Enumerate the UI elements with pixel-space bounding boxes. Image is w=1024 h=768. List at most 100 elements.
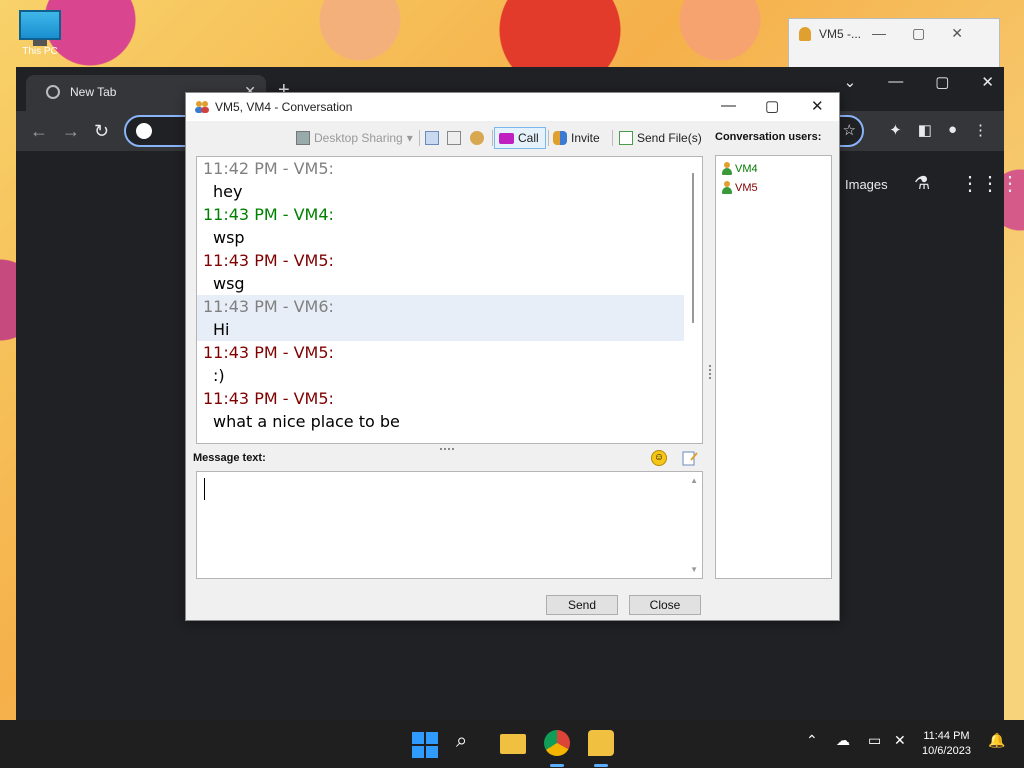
- message-input[interactable]: ▲ ▼: [196, 471, 703, 579]
- history-icon[interactable]: [425, 127, 439, 149]
- start-button-icon[interactable]: [412, 732, 438, 758]
- search-icon[interactable]: ⌕: [456, 730, 482, 756]
- forward-icon[interactable]: →: [62, 121, 80, 142]
- desktop-sharing-label: Desktop Sharing: [314, 131, 403, 145]
- close-icon[interactable]: ✕: [981, 73, 994, 91]
- scroll-down-icon[interactable]: ▼: [690, 565, 698, 574]
- reload-icon[interactable]: ↻: [94, 121, 109, 142]
- apps-grid-icon[interactable]: ⋮⋮⋮: [960, 171, 1020, 196]
- desktop-sharing-icon: [296, 131, 310, 145]
- conversation-title: VM5, VM4 - Conversation: [215, 100, 353, 114]
- window-controls[interactable]: —▢✕: [872, 25, 989, 42]
- invite-label: Invite: [571, 131, 600, 145]
- palette-icon[interactable]: [470, 127, 484, 149]
- chat-message: 11:43 PM - VM4: wsp: [197, 203, 684, 249]
- chrome-icon[interactable]: [544, 730, 570, 756]
- images-link[interactable]: Images: [845, 177, 888, 192]
- toolbar-right-icons: ✦ ◧ ● ⋮: [889, 121, 988, 139]
- back-icon[interactable]: ←: [30, 121, 48, 142]
- chevron-up-icon[interactable]: ⌃: [806, 732, 818, 749]
- clock-date: 10/6/2023: [922, 745, 971, 757]
- user-name: VM5: [735, 181, 758, 194]
- message-body: what a nice place to be: [213, 412, 400, 431]
- notification-bell-icon[interactable]: 🔔: [988, 732, 1005, 749]
- side-panel-icon[interactable]: ◧: [918, 121, 932, 139]
- smiley-icon[interactable]: ☺: [651, 450, 667, 466]
- close-icon[interactable]: ✕: [811, 97, 824, 115]
- edit-format-icon[interactable]: [682, 450, 698, 466]
- call-button[interactable]: Call: [494, 127, 546, 149]
- call-label: Call: [518, 131, 539, 145]
- background-conversation-window[interactable]: VM5 -... —▢✕: [788, 18, 1000, 68]
- messenger-app-icon[interactable]: [588, 730, 614, 756]
- user-icon: [799, 27, 811, 41]
- chat-message: 11:43 PM - VM5: wsg: [197, 249, 684, 295]
- user-icon: [722, 162, 732, 175]
- profile-icon[interactable]: ●: [948, 121, 957, 139]
- conversation-users-label: Conversation users:: [715, 131, 822, 143]
- desktop-sharing-button[interactable]: Desktop Sharing ▾: [296, 127, 413, 149]
- chrome-tab-icon: [46, 85, 60, 99]
- labs-flask-icon[interactable]: ⚗: [914, 173, 930, 194]
- chat-history[interactable]: 11:42 PM - VM5: hey 11:43 PM - VM4: wsp 11:4…: [196, 156, 703, 444]
- message-list: 11:42 PM - VM5: hey 11:43 PM - VM4: wsp 11:4…: [197, 157, 702, 433]
- chrome-window-controls: ⌄ — ▢ ✕: [844, 73, 994, 91]
- message-body: Hi: [213, 320, 230, 339]
- vertical-splitter-grip[interactable]: [709, 365, 712, 379]
- user-list-item[interactable]: VM5: [722, 178, 831, 197]
- close-button[interactable]: Close: [629, 595, 701, 615]
- message-text-label: Message text:: [193, 452, 266, 464]
- text-caret: [204, 478, 205, 500]
- send-files-label: Send File(s): [637, 131, 702, 145]
- message-body: :): [213, 366, 225, 385]
- send-button[interactable]: Send: [546, 595, 618, 615]
- message-header: 11:43 PM - VM5:: [203, 389, 334, 408]
- minimize-icon[interactable]: —: [721, 97, 736, 114]
- tab-search-icon[interactable]: ⌄: [844, 73, 857, 91]
- message-header: 11:42 PM - VM5:: [203, 159, 334, 178]
- send-files-button[interactable]: Send File(s): [619, 127, 702, 149]
- message-header: 11:43 PM - VM5:: [203, 251, 334, 270]
- splitter-grip[interactable]: [440, 448, 454, 451]
- invite-button[interactable]: Invite: [553, 127, 600, 149]
- message-body: wsp: [213, 228, 245, 247]
- chat-message: 11:43 PM - VM5::): [197, 341, 684, 387]
- minimize-icon[interactable]: —: [888, 73, 903, 91]
- invite-users-icon: [553, 131, 567, 145]
- message-body: hey: [213, 182, 243, 201]
- message-header: 11:43 PM - VM6:: [203, 297, 334, 316]
- volume-muted-icon[interactable]: ✕: [894, 732, 906, 749]
- message-body: wsg: [213, 274, 245, 293]
- monitor-icon: [19, 10, 61, 40]
- tab-title: New Tab: [70, 85, 117, 99]
- user-list-item[interactable]: VM4: [722, 159, 831, 178]
- menu-icon[interactable]: ⋮: [973, 121, 988, 139]
- background-window-title: VM5 -...: [819, 27, 862, 41]
- taskbar: ⌕ ⌃ ☁ ▭ ✕ 11:44 PM 10/6/2023 🔔: [0, 720, 1024, 768]
- user-name: VM4: [735, 162, 758, 175]
- chevron-down-icon: ▾: [406, 131, 413, 145]
- clock[interactable]: 11:44 PM 10/6/2023: [922, 729, 971, 759]
- message-header: 11:43 PM - VM5:: [203, 343, 334, 362]
- desktop-icon-label: This PC: [22, 46, 58, 57]
- chat-scrollbar[interactable]: [692, 173, 694, 323]
- log-icon[interactable]: [447, 127, 461, 149]
- maximize-icon[interactable]: ▢: [935, 73, 949, 91]
- network-icon[interactable]: ▭: [868, 732, 881, 749]
- extensions-icon[interactable]: ✦: [889, 121, 902, 139]
- conversation-window: VM5, VM4 - Conversation — ▢ ✕ Desktop Sh…: [185, 92, 840, 621]
- chat-message: 11:43 PM - VM6: Hi: [197, 295, 684, 341]
- message-header: 11:43 PM - VM4:: [203, 205, 334, 224]
- video-camera-icon: [499, 132, 514, 144]
- desktop-icon-this-pc[interactable]: This PC: [14, 10, 66, 57]
- google-icon: [136, 123, 152, 139]
- chat-message: 11:42 PM - VM5: hey: [197, 157, 684, 203]
- conversation-users-list[interactable]: VM4 VM5: [715, 155, 832, 579]
- file-explorer-icon[interactable]: [500, 734, 526, 754]
- onedrive-icon[interactable]: ☁: [836, 732, 850, 749]
- scroll-up-icon[interactable]: ▲: [690, 476, 698, 485]
- conversation-title-bar[interactable]: VM5, VM4 - Conversation — ▢ ✕: [186, 93, 839, 121]
- maximize-icon[interactable]: ▢: [765, 97, 779, 115]
- bookmark-star-icon[interactable]: ☆: [843, 121, 856, 139]
- user-icon: [722, 181, 732, 194]
